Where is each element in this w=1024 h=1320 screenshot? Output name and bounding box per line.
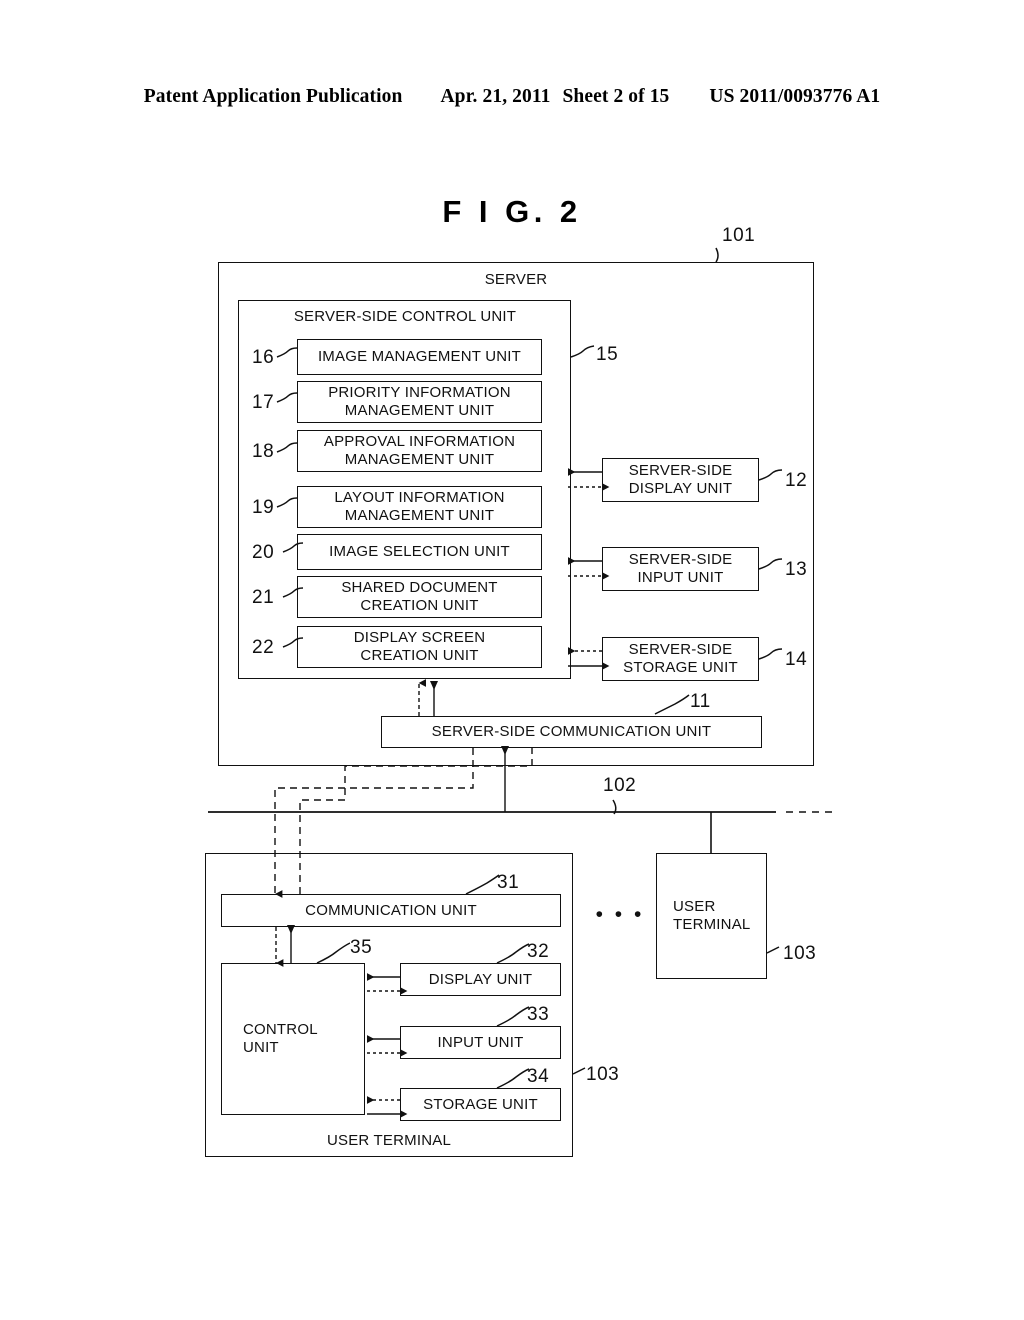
terminal-input-unit-box: INPUT UNIT	[400, 1026, 561, 1059]
server-ref-101: 101	[722, 225, 756, 246]
header-sheet-text: Sheet 2 of 15	[562, 86, 670, 107]
ref-103-detail: 103	[586, 1064, 620, 1085]
terminal-display-unit-box: DISPLAY UNIT	[400, 963, 561, 996]
ref-34: 34	[527, 1066, 550, 1087]
terminal-ellipsis: • • •	[595, 903, 645, 926]
user-terminal-detail-title: USER TERMINAL	[326, 1132, 451, 1149]
priority-information-management-unit-box: PRIORITY INFORMATION MANAGEMENT UNIT	[297, 381, 542, 423]
layout-information-management-unit-box: LAYOUT INFORMATION MANAGEMENT UNIT	[297, 486, 542, 528]
ref-22: 22	[252, 637, 275, 658]
ref-18: 18	[252, 441, 275, 462]
terminal-communication-unit-box: COMMUNICATION UNIT	[221, 894, 561, 927]
image-management-unit-box: IMAGE MANAGEMENT UNIT	[297, 339, 542, 375]
ref-32: 32	[527, 941, 550, 962]
server-control-unit-title: SERVER-SIDE CONTROL UNIT	[293, 308, 517, 325]
server-side-storage-unit-box: SERVER-SIDE STORAGE UNIT	[602, 637, 759, 681]
server-side-display-unit-box: SERVER-SIDE DISPLAY UNIT	[602, 458, 759, 502]
ref-31: 31	[497, 872, 520, 893]
ref-19: 19	[252, 497, 275, 518]
approval-information-management-unit-box: APPROVAL INFORMATION MANAGEMENT UNIT	[297, 430, 542, 472]
header-docnumber-text: US 2011/0093776 A1	[709, 86, 881, 107]
header-publication-text: Patent Application Publication	[143, 86, 403, 107]
shared-document-creation-unit-box: SHARED DOCUMENT CREATION UNIT	[297, 576, 542, 618]
ref-102: 102	[603, 775, 637, 796]
ref-14: 14	[785, 649, 808, 670]
header-date-text: Apr. 21, 2011	[440, 86, 551, 107]
server-title: SERVER	[484, 271, 548, 288]
leader-103-other	[766, 946, 780, 954]
ref-13: 13	[785, 559, 808, 580]
display-screen-creation-unit-box: DISPLAY SCREEN CREATION UNIT	[297, 626, 542, 668]
leader-101	[715, 247, 719, 263]
ref-12: 12	[785, 470, 808, 491]
ref-103-other: 103	[783, 943, 817, 964]
ref-17: 17	[252, 392, 275, 413]
other-user-terminal-box: USER TERMINAL	[656, 853, 767, 979]
terminal-storage-unit-box: STORAGE UNIT	[400, 1088, 561, 1121]
server-side-input-unit-box: SERVER-SIDE INPUT UNIT	[602, 547, 759, 591]
server-control-unit-ref-15: 15	[596, 344, 619, 365]
ref-16: 16	[252, 347, 275, 368]
ref-11: 11	[690, 691, 711, 712]
publication-header: Patent Application Publication Apr. 21, …	[0, 86, 1024, 112]
terminal-control-unit-box: CONTROL UNIT	[221, 963, 365, 1115]
server-side-communication-unit-box: SERVER-SIDE COMMUNICATION UNIT	[381, 716, 762, 748]
ref-20: 20	[252, 542, 275, 563]
ref-35: 35	[350, 937, 373, 958]
leader-103-detail	[572, 1067, 586, 1075]
ref-33: 33	[527, 1004, 550, 1025]
image-selection-unit-box: IMAGE SELECTION UNIT	[297, 534, 542, 570]
leader-102	[612, 799, 617, 815]
figure-title: F I G. 2	[442, 194, 582, 229]
ref-21: 21	[252, 587, 275, 608]
